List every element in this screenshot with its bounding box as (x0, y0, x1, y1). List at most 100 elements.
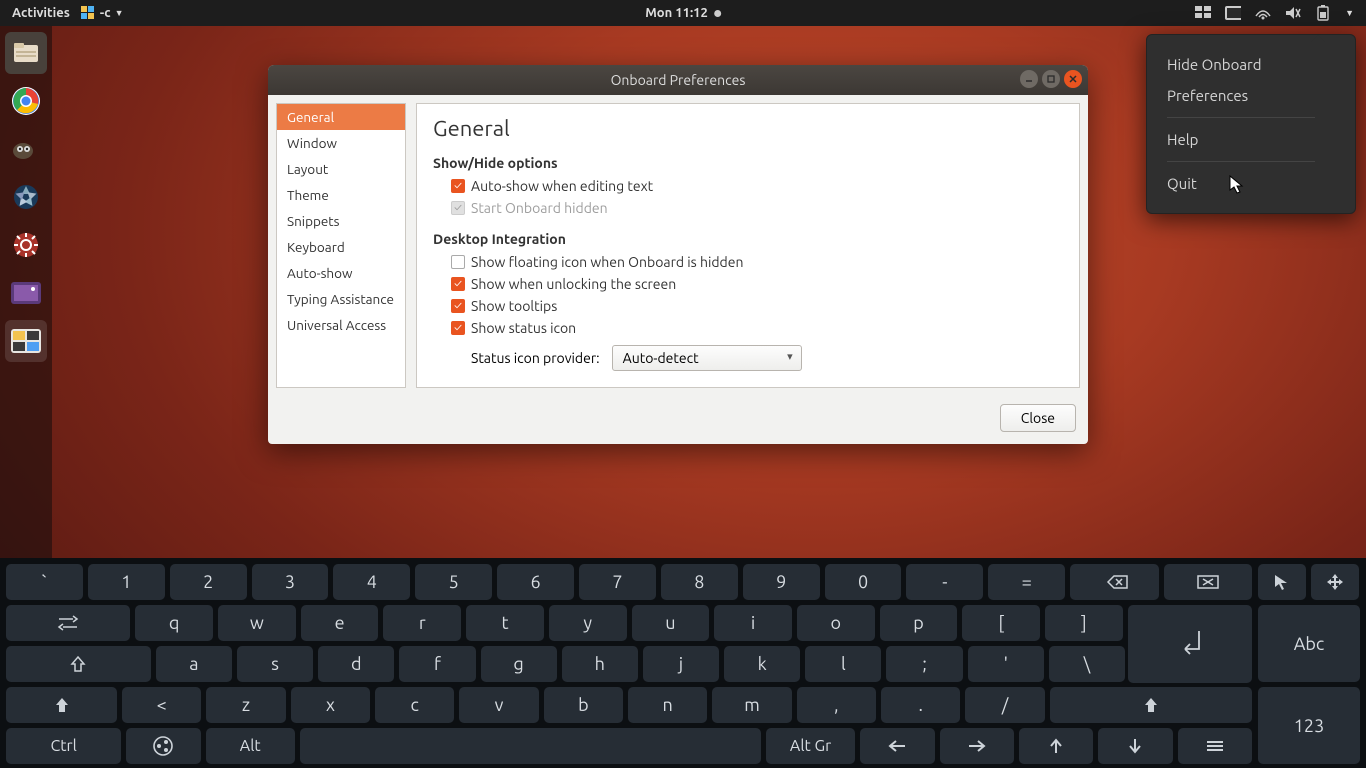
key-menu[interactable] (1178, 728, 1252, 764)
sidebar-item-keyboard[interactable]: Keyboard (277, 234, 405, 260)
key-c[interactable]: c (375, 687, 454, 723)
window-minimize-button[interactable] (1020, 70, 1038, 88)
key-w[interactable]: w (218, 605, 296, 641)
key-6[interactable]: 6 (497, 564, 574, 600)
key-r[interactable]: r (383, 605, 461, 641)
key-y[interactable]: y (549, 605, 627, 641)
key-altgr[interactable]: Alt Gr (766, 728, 855, 764)
key-alt[interactable]: Alt (206, 728, 295, 764)
key-layer-123[interactable]: 123 (1258, 687, 1360, 764)
key-up[interactable] (1019, 728, 1093, 764)
key-z[interactable]: z (206, 687, 285, 723)
menu-hide-onboard[interactable]: Hide Onboard (1147, 49, 1355, 80)
key-g[interactable]: g (481, 646, 557, 682)
checkbox-unlock[interactable]: ✓ (451, 277, 465, 291)
key-ctrl[interactable]: Ctrl (6, 728, 121, 764)
key-i[interactable]: i (714, 605, 792, 641)
system-menu-chevron-icon[interactable]: ▼ (1345, 8, 1354, 18)
key-/[interactable]: / (965, 687, 1044, 723)
key-tab[interactable] (6, 605, 130, 641)
key-5[interactable]: 5 (415, 564, 492, 600)
key-][interactable]: ] (1045, 605, 1123, 641)
app-menu[interactable]: -c ▼ (80, 5, 124, 21)
sidebar-item-typing-assistance[interactable]: Typing Assistance (277, 286, 405, 312)
key-<[interactable]: < (122, 687, 201, 723)
checkbox-tooltips[interactable]: ✓ (451, 299, 465, 313)
key-3[interactable]: 3 (252, 564, 329, 600)
menu-help[interactable]: Help (1147, 124, 1355, 155)
clock[interactable]: Mon 11:12 (645, 6, 708, 20)
menu-quit[interactable]: Quit (1147, 168, 1355, 199)
key-click-mode[interactable] (1258, 564, 1306, 600)
key-o[interactable]: o (797, 605, 875, 641)
key-shift-right[interactable] (1050, 687, 1252, 723)
dock-gimp[interactable] (5, 128, 47, 170)
key-m[interactable]: m (712, 687, 791, 723)
key-=[interactable]: = (988, 564, 1065, 600)
key-1[interactable]: 1 (88, 564, 165, 600)
key-`[interactable]: ` (6, 564, 83, 600)
key-f[interactable]: f (399, 646, 475, 682)
key-n[interactable]: n (628, 687, 707, 723)
key-d[interactable]: d (318, 646, 394, 682)
key-e[interactable]: e (301, 605, 379, 641)
dock-files[interactable] (5, 32, 47, 74)
window-maximize-button[interactable] (1042, 70, 1060, 88)
key-s[interactable]: s (237, 646, 313, 682)
key-,[interactable]: , (797, 687, 876, 723)
key-8[interactable]: 8 (661, 564, 738, 600)
sidebar-item-autoshow[interactable]: Auto-show (277, 260, 405, 286)
key-t[interactable]: t (466, 605, 544, 641)
key-4[interactable]: 4 (333, 564, 410, 600)
close-button[interactable]: Close (1000, 404, 1076, 432)
sidebar-item-general[interactable]: General (277, 104, 405, 130)
key-right[interactable] (940, 728, 1014, 764)
key-x[interactable]: x (291, 687, 370, 723)
titlebar[interactable]: Onboard Preferences (268, 65, 1088, 95)
dock-screenshot[interactable] (5, 272, 47, 314)
key-l[interactable]: l (805, 646, 881, 682)
volume-icon[interactable] (1285, 5, 1301, 21)
key-k[interactable]: k (724, 646, 800, 682)
activities-button[interactable]: Activities (12, 6, 70, 20)
keyboard-indicator-icon[interactable] (1225, 5, 1241, 21)
key-down[interactable] (1098, 728, 1172, 764)
key-v[interactable]: v (459, 687, 538, 723)
key-left[interactable] (860, 728, 934, 764)
key-space[interactable] (300, 728, 761, 764)
battery-icon[interactable] (1315, 5, 1331, 21)
dock-onboard[interactable] (5, 320, 47, 362)
key-a[interactable]: a (156, 646, 232, 682)
key-j[interactable]: j (643, 646, 719, 682)
dock-shutter[interactable] (5, 176, 47, 218)
key-9[interactable]: 9 (743, 564, 820, 600)
key-b[interactable]: b (544, 687, 623, 723)
key-layer-abc[interactable]: Abc (1258, 605, 1360, 682)
onboard-indicator-icon[interactable] (1195, 5, 1211, 21)
checkbox-auto-show[interactable]: ✓ (451, 179, 465, 193)
key-\[interactable]: \ (1049, 646, 1125, 682)
checkbox-floating-icon[interactable] (451, 255, 465, 269)
checkbox-status-icon[interactable]: ✓ (451, 321, 465, 335)
sidebar-item-theme[interactable]: Theme (277, 182, 405, 208)
combo-status-provider[interactable]: Auto-detect (612, 345, 802, 371)
key-delete[interactable] (1164, 564, 1252, 600)
window-close-button[interactable] (1064, 70, 1082, 88)
key-move[interactable] (1311, 564, 1359, 600)
key-enter[interactable] (1128, 605, 1252, 683)
dock-chrome[interactable] (5, 80, 47, 122)
key-shift-left[interactable] (6, 687, 117, 723)
key-h[interactable]: h (562, 646, 638, 682)
key-.[interactable]: . (881, 687, 960, 723)
sidebar-item-universal-access[interactable]: Universal Access (277, 312, 405, 338)
key-u[interactable]: u (632, 605, 710, 641)
key--[interactable]: - (906, 564, 983, 600)
key-[[interactable]: [ (962, 605, 1040, 641)
key-7[interactable]: 7 (579, 564, 656, 600)
sidebar-item-snippets[interactable]: Snippets (277, 208, 405, 234)
key-p[interactable]: p (880, 605, 958, 641)
key-q[interactable]: q (135, 605, 213, 641)
network-icon[interactable] (1255, 5, 1271, 21)
sidebar-item-layout[interactable]: Layout (277, 156, 405, 182)
menu-preferences[interactable]: Preferences (1147, 80, 1355, 111)
